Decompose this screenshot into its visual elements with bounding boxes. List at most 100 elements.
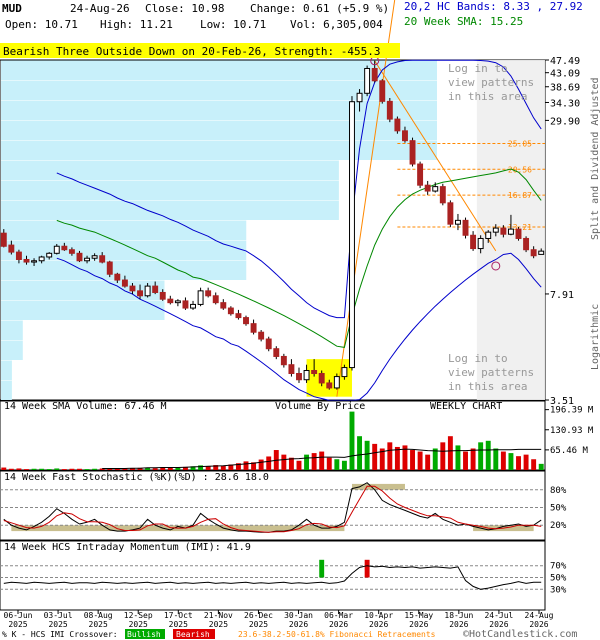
stochastic-tick-label: 20%	[550, 521, 567, 531]
vbp-bar	[1, 320, 23, 340]
volume-bar	[334, 459, 340, 470]
volume-bar	[16, 468, 22, 470]
volume-bar	[319, 451, 325, 470]
login-text-top-1[interactable]: Log in to	[448, 62, 508, 75]
x-tick-label: 24-Aug	[525, 611, 554, 620]
volume-bar	[455, 445, 461, 470]
login-text-bottom-3[interactable]: in this area	[448, 380, 527, 393]
volume-bar	[341, 460, 347, 470]
x-tick-label: 2025	[8, 620, 27, 629]
vbp-bar	[1, 100, 437, 120]
candle-body	[417, 163, 424, 186]
x-tick-label: 12-Sep	[124, 611, 153, 620]
candle-body	[121, 279, 128, 287]
candle-body	[197, 290, 204, 305]
candle-body	[341, 367, 348, 378]
x-tick-label: 2026	[289, 620, 308, 629]
vbp-bar	[1, 260, 247, 280]
candle-body	[424, 184, 431, 192]
stochastic-tick-label: 50%	[550, 504, 567, 514]
login-text-top-2[interactable]: view patterns	[448, 76, 534, 89]
date-label: 24-Aug-26	[70, 2, 130, 15]
chart-kind-label: WEEKLY CHART	[430, 401, 502, 412]
candle-body	[235, 313, 242, 319]
login-text-bottom-1[interactable]: Log in to	[448, 352, 508, 365]
candle-body	[356, 92, 363, 103]
volume-bar	[425, 454, 431, 470]
x-tick-label: 26-Dec	[244, 611, 273, 620]
x-tick-label: 03-Jul	[44, 611, 73, 620]
price-tick-label: 7.91	[550, 290, 574, 301]
imi-bullish-crossover	[319, 559, 325, 578]
volume-tick-label: 196.39 M	[550, 406, 594, 416]
legend-prefix: % K - HCS IMI Crossover:	[2, 630, 118, 639]
x-tick-label: 24-Jul	[484, 611, 513, 620]
candle-body	[38, 256, 45, 262]
volume-bar	[470, 448, 476, 470]
candle-body	[371, 67, 378, 82]
candle-body	[15, 251, 22, 260]
volume-bar	[394, 446, 400, 470]
vbp-bar	[1, 180, 339, 200]
x-tick-label: 2025	[48, 620, 67, 629]
stochastic-tick-label: 80%	[550, 486, 567, 496]
candle-body	[129, 285, 136, 292]
candle-body	[303, 370, 310, 381]
stock-chart-page: MUD 24-Aug-26 Close: 10.98 Change: 0.61 …	[0, 0, 600, 640]
fib-label: 16.87	[508, 191, 532, 200]
login-text-bottom-2[interactable]: view patterns	[448, 366, 534, 379]
vbp-bar	[1, 160, 339, 180]
candle-body	[159, 291, 166, 300]
candle-body	[432, 186, 439, 192]
volume-bar	[304, 454, 310, 470]
volume-bar	[523, 454, 529, 470]
volume-bar	[410, 450, 415, 470]
candle-body	[23, 258, 30, 263]
x-tick-label: 2026	[449, 620, 468, 629]
candle-body	[91, 255, 98, 259]
volume-bar	[266, 456, 272, 470]
vbp-bar	[1, 360, 12, 380]
x-tick-label: 06-Jun	[4, 611, 33, 620]
volume-bar	[357, 436, 363, 470]
x-tick-label: 08-Aug	[84, 611, 113, 620]
volume-bar	[8, 468, 14, 470]
side-label-log: Logarithmic	[590, 304, 600, 370]
candle-body	[507, 228, 514, 235]
x-tick-label: 17-Oct	[164, 611, 193, 620]
volume-bar	[326, 457, 332, 470]
imi-bearish-crossover	[364, 559, 370, 578]
vbp-bar	[1, 200, 339, 220]
candle-body	[288, 364, 295, 375]
candle-body	[250, 323, 257, 333]
volume-bar	[538, 463, 544, 470]
candle-body	[152, 285, 159, 293]
candle-body	[114, 273, 121, 281]
login-text-top-3[interactable]: in this area	[448, 90, 527, 103]
volume-tick-label: 65.46 M	[550, 446, 589, 456]
vbp-bar	[1, 380, 12, 400]
open-label: Open: 10.71	[5, 18, 78, 31]
volume-bar	[500, 451, 506, 470]
volume-bar	[432, 448, 438, 470]
candle-body	[530, 249, 537, 257]
x-axis: 06-Jun202503-Jul202508-Aug202512-Sep2025…	[4, 610, 554, 629]
candle-body	[447, 202, 454, 225]
volume-bar	[311, 453, 317, 470]
candle-body	[523, 237, 530, 251]
x-tick-label: 2026	[369, 620, 388, 629]
x-tick-label: 2025	[209, 620, 228, 629]
candle-body	[364, 67, 371, 94]
price-tick-label: 43.09	[550, 69, 580, 80]
candle-body	[333, 376, 340, 389]
volume-bar	[54, 468, 60, 470]
fib-label: 25.05	[508, 139, 532, 148]
candle-body	[144, 285, 151, 297]
volume-bar	[349, 411, 355, 470]
imi-tick-label: 50%	[550, 574, 567, 584]
candle-body	[182, 300, 189, 309]
candle-body	[326, 382, 333, 389]
x-tick-label: 2025	[169, 620, 188, 629]
x-tick-label: 2025	[89, 620, 108, 629]
volume-bar	[31, 468, 37, 470]
